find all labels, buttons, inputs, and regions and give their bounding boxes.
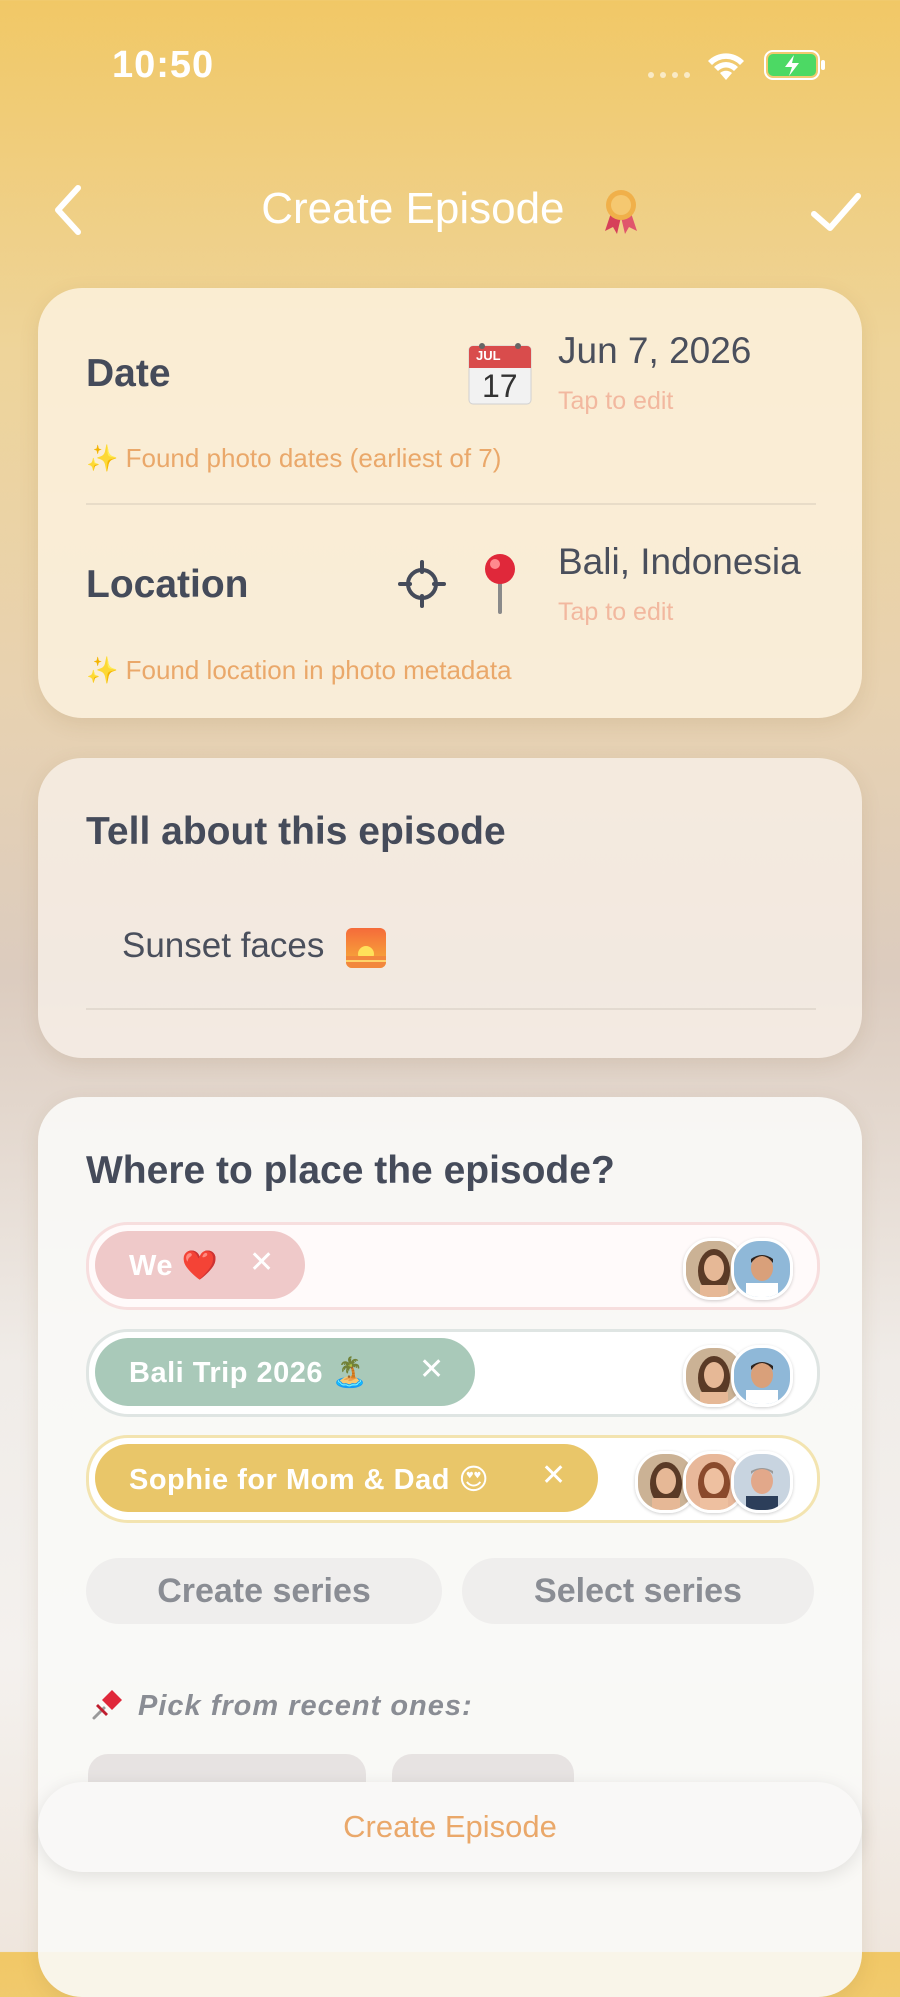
remove-chip-icon[interactable]: ✕	[541, 1458, 567, 1493]
recent-series-label: Pick from recent ones:	[138, 1690, 473, 1722]
episode-description-card	[38, 758, 862, 1058]
sunset-emoji-icon	[346, 927, 387, 968]
pushpin-icon	[92, 1690, 122, 1720]
series-chip-sophie[interactable]: Sophie for Mom & Dad 😍 ✕	[95, 1444, 598, 1512]
series-chip-bali[interactable]: Bali Trip 2026 🏝️ ✕	[95, 1338, 475, 1406]
section-divider	[86, 503, 816, 505]
series-chip-we[interactable]: We ❤️ ✕	[95, 1231, 305, 1299]
series-row-sophie[interactable]: Sophie for Mom & Dad 😍 ✕	[86, 1435, 820, 1523]
date-label: Date	[86, 352, 171, 395]
navigation-bar: Create Episode	[0, 170, 900, 250]
status-time: 10:50	[112, 44, 215, 86]
page-title: Create Episode	[0, 184, 900, 235]
series-chip-label: We ❤️	[129, 1250, 219, 1282]
episode-text-value: Sunset faces	[122, 926, 325, 965]
avatar	[731, 1345, 793, 1407]
location-tap-to-edit[interactable]: Tap to edit	[558, 598, 673, 627]
calendar-icon[interactable]: JUL 17	[468, 342, 532, 406]
calendar-day: 17	[482, 368, 518, 404]
series-chip-label: Bali Trip 2026 🏝️	[129, 1357, 369, 1389]
award-ribbon-icon	[604, 190, 637, 235]
calendar-month: JUL	[476, 348, 501, 363]
series-row-bali[interactable]: Bali Trip 2026 🏝️ ✕	[86, 1329, 820, 1417]
create-series-button[interactable]: Create series	[86, 1558, 442, 1624]
location-label: Location	[86, 563, 249, 606]
select-series-button[interactable]: Select series	[462, 1558, 814, 1624]
series-row-we[interactable]: We ❤️ ✕	[86, 1222, 820, 1310]
remove-chip-icon[interactable]: ✕	[419, 1352, 445, 1387]
date-hint: ✨ Found photo dates (earliest of 7)	[86, 443, 502, 473]
cellular-signal-icon	[648, 72, 690, 80]
series-section-title: Where to place the episode?	[86, 1149, 615, 1192]
map-pin-icon	[485, 554, 515, 614]
status-bar: 10:50	[0, 0, 900, 120]
confirm-check-button[interactable]	[804, 182, 868, 242]
date-tap-to-edit[interactable]: Tap to edit	[558, 387, 673, 416]
episode-section-title: Tell about this episode	[86, 810, 506, 853]
wifi-icon	[708, 53, 744, 80]
current-location-icon[interactable]	[398, 560, 446, 608]
date-value[interactable]: Jun 7, 2026	[558, 330, 751, 372]
series-chip-label: Sophie for Mom & Dad 😍	[129, 1464, 490, 1496]
episode-text-input[interactable]: Sunset faces	[122, 926, 387, 968]
create-episode-button[interactable]: Create Episode	[38, 1782, 862, 1872]
location-hint: ✨ Found location in photo metadata	[86, 655, 512, 685]
location-value[interactable]: Bali, Indonesia	[558, 541, 801, 583]
page-title-text: Create Episode	[261, 184, 565, 233]
avatar	[731, 1238, 793, 1300]
battery-charging-icon	[764, 50, 825, 80]
episode-input-underline	[86, 1008, 816, 1010]
avatar	[731, 1451, 793, 1513]
remove-chip-icon[interactable]: ✕	[249, 1245, 275, 1280]
